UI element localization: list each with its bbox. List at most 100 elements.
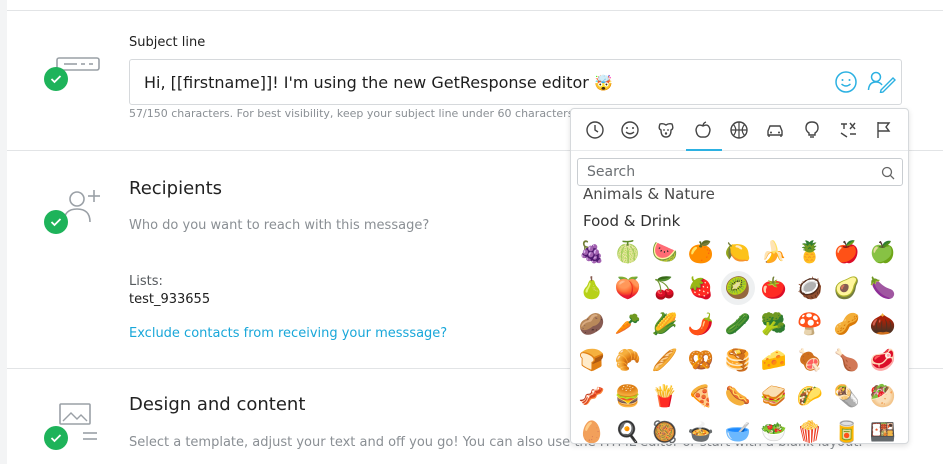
emoji-option[interactable]: 🥦 [757,307,791,341]
lists-value: test_933655 [129,292,211,307]
emoji-option[interactable]: 🥞 [721,343,755,377]
emoji-option[interactable]: 🍓 [684,271,718,305]
tab-activity[interactable] [726,117,752,143]
smileys-icon [621,121,639,139]
search-icon [881,165,895,184]
emoji-option[interactable]: 🍏 [866,235,900,269]
emoji-option[interactable]: 🍑 [611,271,645,305]
emoji-option[interactable]: 🍲 [684,415,718,444]
tab-symbols[interactable] [835,117,861,143]
symbols-icon [840,122,856,138]
emoji-option[interactable]: 🌮 [793,379,827,413]
emoji-option[interactable]: 🍅 [757,271,791,305]
emoji-option[interactable]: 🥐 [611,343,645,377]
emoji-option[interactable]: 🧀 [757,343,791,377]
emoji-option[interactable]: 🍿 [793,415,827,444]
tab-objects[interactable] [799,117,825,143]
emoji-option[interactable]: 🥝 [721,271,755,305]
recipients-complete-check-icon [44,210,68,234]
design-complete-check-icon [44,426,68,450]
emoji-option[interactable]: 🍐 [575,271,609,305]
emoji-option[interactable]: 🥜 [830,307,864,341]
lists-label: Lists: [129,274,163,289]
tab-animals[interactable] [653,117,679,143]
top-divider [7,10,943,11]
emoji-option[interactable]: 🍊 [684,235,718,269]
emoji-option[interactable]: 🥓 [575,379,609,413]
personalize-button[interactable] [867,69,897,97]
emoji-option[interactable]: 🥣 [721,415,755,444]
emoji-option[interactable]: 🍍 [793,235,827,269]
emoji-option[interactable]: 🌶️ [684,307,718,341]
emoji-option[interactable]: 🥥 [793,271,827,305]
category-heading-food: Food & Drink [583,212,681,230]
emoji-option[interactable]: 🍳 [611,415,645,444]
emoji-option[interactable]: 🥔 [575,307,609,341]
subject-complete-check-icon [44,67,68,91]
tab-recent[interactable] [582,117,608,143]
emoji-option[interactable]: 🌯 [830,379,864,413]
emoji-option[interactable]: 🥚 [575,415,609,444]
category-heading-animals: Animals & Nature [583,185,715,203]
emoji-option[interactable]: 🍎 [830,235,864,269]
emoji-option[interactable]: 🍉 [648,235,682,269]
emoji-option[interactable]: 🍄 [793,307,827,341]
emoji-option[interactable]: 🍒 [648,271,682,305]
emoji-option[interactable]: 🌰 [866,307,900,341]
animals-icon [658,122,674,138]
emoji-search-box[interactable] [577,158,903,186]
recent-icon [586,121,604,139]
emoji-option[interactable]: 🥘 [648,415,682,444]
emoji-option[interactable]: 🍋 [721,235,755,269]
smiley-icon [835,71,857,93]
emoji-picker-button[interactable] [834,70,858,98]
tab-flags[interactable] [871,117,897,143]
exploding-head-emoji: 🤯 [593,74,613,92]
emoji-option[interactable]: 🍖 [793,343,827,377]
recipients-description: Who do you want to reach with this messa… [129,218,430,233]
emoji-picker-popup: Animals & Nature Food & Drink 🍇🍈🍉🍊🍋🍌🍍🍎🍏 🍐… [570,108,909,444]
emoji-option[interactable]: 🍞 [575,343,609,377]
tab-food[interactable] [690,117,716,143]
emoji-option[interactable]: 🥖 [648,343,682,377]
emoji-option[interactable]: 🌽 [648,307,682,341]
design-title: Design and content [129,394,306,415]
emoji-option[interactable]: 🍗 [830,343,864,377]
emoji-option[interactable]: 🥑 [830,271,864,305]
emoji-option[interactable]: 🍱 [866,415,900,444]
message-settings-page: Subject line Hi, [[firstname]]! I'm usin… [7,0,943,464]
emoji-option[interactable]: 🍌 [757,235,791,269]
travel-icon [767,125,783,137]
emoji-option[interactable]: 🥫 [830,415,864,444]
personalize-user-icon [867,71,896,94]
emoji-option[interactable]: 🍆 [866,271,900,305]
emoji-option[interactable]: 🥩 [866,343,900,377]
active-tab-indicator [686,149,722,151]
objects-icon [805,121,819,138]
emoji-option[interactable]: 🍈 [611,235,645,269]
emoji-option[interactable]: 🥕 [611,307,645,341]
emoji-option[interactable]: 🌭 [721,379,755,413]
subject-line-input[interactable]: Hi, [[firstname]]! I'm using the new Get… [129,59,902,105]
flags-icon [877,122,891,138]
tab-smileys[interactable] [617,117,643,143]
subject-character-hint: 57/150 characters. For best visibility, … [129,107,574,120]
tab-travel[interactable] [762,117,788,143]
emoji-option[interactable]: 🍕 [684,379,718,413]
emoji-search-input[interactable] [587,163,867,181]
emoji-option[interactable]: 🍇 [575,235,609,269]
emoji-option[interactable]: 🥒 [721,307,755,341]
subject-line-label: Subject line [129,35,206,50]
emoji-option[interactable]: 🍔 [611,379,645,413]
recipients-title: Recipients [129,178,223,199]
emoji-option[interactable]: 🥗 [757,415,791,444]
emoji-option[interactable]: 🥨 [684,343,718,377]
emoji-option[interactable]: 🍟 [648,379,682,413]
food-icon [695,121,711,138]
emoji-category-tabs [571,109,908,151]
exclude-contacts-link[interactable]: Exclude contacts from receiving your mes… [129,326,447,341]
emoji-option[interactable]: 🥙 [866,379,900,413]
subject-line-value[interactable]: Hi, [[firstname]]! I'm using the new Get… [144,73,613,92]
emoji-option[interactable]: 🥪 [757,379,791,413]
activity-icon [730,121,748,139]
